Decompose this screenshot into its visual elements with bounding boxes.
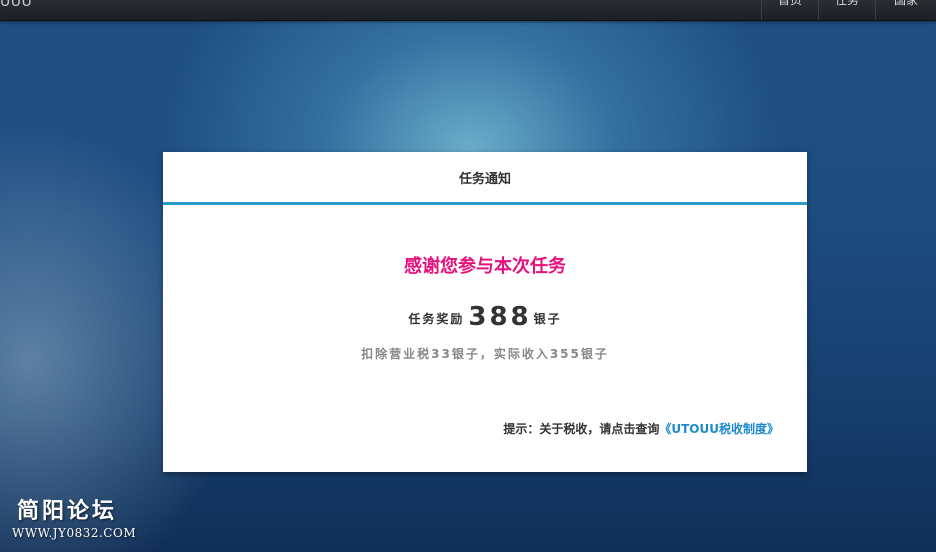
top-navigation-bar: UUU 首页 任务 国家 — [0, 0, 936, 21]
nav-item-tasks[interactable]: 任务 — [818, 0, 875, 20]
reward-unit: 银子 — [533, 312, 562, 326]
watermark-url: WWW.JY0832.COM — [12, 526, 137, 540]
tax-deduction-line: 扣除营业税33银子，实际收入355银子 — [361, 347, 609, 361]
reward-amount: 388 — [468, 302, 532, 332]
panel-title: 任务通知 — [458, 171, 511, 187]
reward-line: 任务奖励 388 银子 — [163, 300, 807, 332]
panel-header: 任务通知 — [163, 152, 807, 205]
watermark-title: 简阳论坛 — [17, 498, 118, 524]
task-notification-panel: 任务通知 感谢您参与本次任务 任务奖励 388 银子 扣除营业税33银子，实际收入3… — [163, 152, 807, 472]
tip-text: 提示：关于税收，请点击查询 — [503, 422, 660, 436]
reward-prefix: 任务奖励 — [408, 312, 465, 326]
nav-item-country[interactable]: 国家 — [875, 0, 936, 20]
nav-item-label: 首页 — [777, 0, 802, 7]
nav-item-label: 国家 — [893, 0, 918, 7]
nav-item-home[interactable]: 首页 — [761, 0, 818, 20]
tax-tip: 提示：关于税收，请点击查询《UTOUU税收制度》 — [503, 420, 779, 437]
site-logo[interactable]: UUU — [0, 0, 32, 10]
tax-policy-link[interactable]: 《UTOUU税收制度》 — [659, 422, 779, 436]
thanks-message: 感谢您参与本次任务 — [404, 256, 566, 277]
main-nav: 首页 任务 国家 — [761, 0, 936, 20]
nav-item-label: 任务 — [834, 0, 859, 7]
